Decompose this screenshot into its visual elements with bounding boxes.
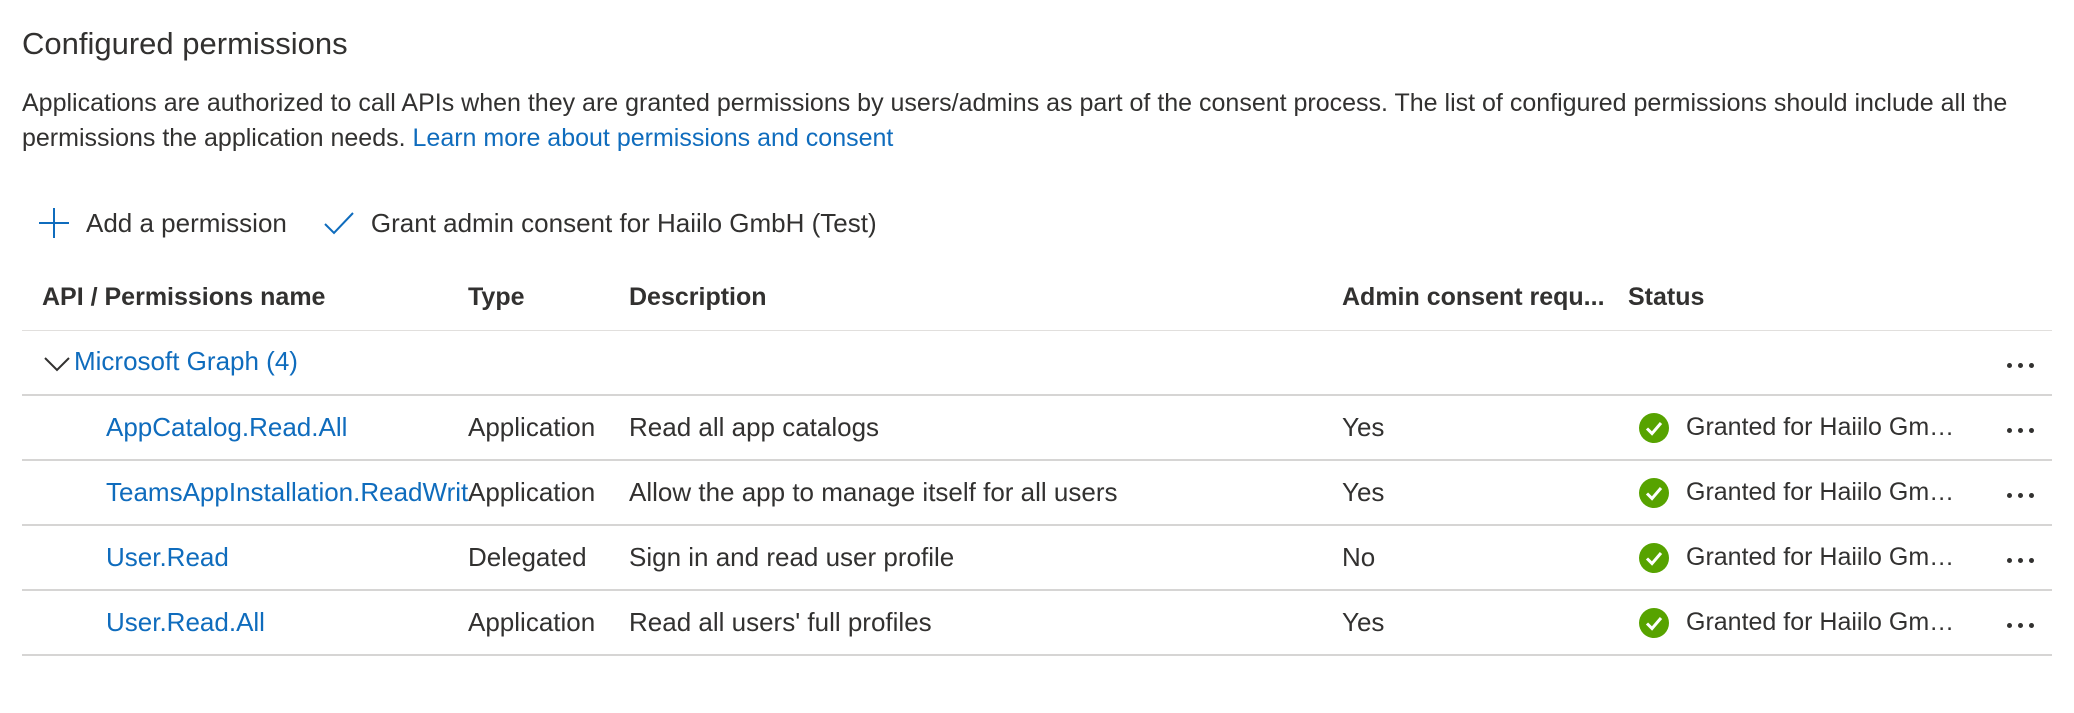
- more-horizontal-icon[interactable]: [2000, 481, 2040, 511]
- status-text: Granted for Haiilo GmbH (Test): [1686, 543, 1956, 571]
- command-bar: Add a permission Grant admin consent for…: [36, 200, 911, 246]
- status-cell: Granted for Haiilo GmbH (Test): [1628, 542, 1958, 574]
- permission-name-link[interactable]: AppCatalog.Read.All: [22, 395, 468, 461]
- permission-type: Delegated: [468, 525, 629, 591]
- permission-type: Application: [468, 460, 629, 526]
- permission-name-link[interactable]: User.Read.All: [22, 590, 468, 656]
- grant-admin-consent-label: Grant admin consent for Haiilo GmbH (Tes…: [370, 207, 877, 238]
- group-label: Microsoft Graph (4): [74, 346, 298, 377]
- more-horizontal-icon[interactable]: [2000, 611, 2040, 641]
- table-row: User.Read.All Application Read all users…: [22, 590, 2052, 656]
- add-permission-button[interactable]: Add a permission: [36, 205, 287, 241]
- group-row-microsoft-graph[interactable]: Microsoft Graph (4): [22, 330, 2052, 396]
- admin-consent-required: Yes: [1342, 395, 1628, 461]
- check-circle-icon: [1639, 542, 1669, 573]
- check-circle-icon: [1639, 607, 1669, 638]
- chevron-down-icon: [44, 356, 70, 371]
- permission-description: Allow the app to manage itself for all u…: [629, 460, 1342, 526]
- table-row: AppCatalog.Read.All Application Read all…: [22, 395, 2052, 461]
- description-text: Applications are authorized to call APIs…: [22, 89, 2008, 152]
- permission-name-link[interactable]: User.Read: [22, 525, 468, 591]
- status-text: Granted for Haiilo GmbH (Test): [1686, 608, 1956, 636]
- permission-description: Read all users' full profiles: [629, 590, 1342, 656]
- permission-description: Read all app catalogs: [629, 395, 1342, 461]
- page-description: Applications are authorized to call APIs…: [22, 86, 2052, 156]
- column-header-admin-consent[interactable]: Admin consent requ...: [1342, 265, 1628, 331]
- checkmark-icon: [321, 205, 357, 241]
- permission-description: Sign in and read user profile: [629, 525, 1342, 591]
- status-cell: Granted for Haiilo GmbH (Test): [1628, 477, 1958, 509]
- status-cell: Granted for Haiilo GmbH (Test): [1628, 607, 1958, 639]
- status-text: Granted for Haiilo GmbH (Test): [1686, 478, 1956, 506]
- admin-consent-required: No: [1342, 525, 1628, 591]
- permission-name-link[interactable]: TeamsAppInstallation.ReadWriteSelfForUse…: [22, 460, 468, 526]
- plus-icon: [36, 205, 72, 241]
- group-toggle[interactable]: Microsoft Graph (4): [22, 330, 1958, 396]
- column-header-description[interactable]: Description: [629, 265, 1342, 331]
- more-horizontal-icon[interactable]: [2000, 351, 2040, 381]
- add-permission-label: Add a permission: [86, 207, 287, 238]
- status-text: Granted for Haiilo GmbH (Test): [1686, 413, 1956, 441]
- table-header-row: API / Permissions name Type Description …: [22, 265, 2052, 331]
- permissions-table: API / Permissions name Type Description …: [22, 265, 2052, 656]
- table-row: TeamsAppInstallation.ReadWriteSelfForUse…: [22, 460, 2052, 526]
- column-header-name[interactable]: API / Permissions name: [22, 265, 468, 331]
- table-row: User.Read Delegated Sign in and read use…: [22, 525, 2052, 591]
- check-circle-icon: [1639, 477, 1669, 508]
- column-header-type[interactable]: Type: [468, 265, 629, 331]
- more-horizontal-icon[interactable]: [2000, 416, 2040, 446]
- grant-admin-consent-button[interactable]: Grant admin consent for Haiilo GmbH (Tes…: [321, 205, 877, 241]
- permission-type: Application: [468, 590, 629, 656]
- column-header-actions: [1958, 265, 2052, 331]
- admin-consent-required: Yes: [1342, 460, 1628, 526]
- page-title: Configured permissions: [22, 26, 348, 61]
- learn-more-link[interactable]: Learn more about permissions and consent: [413, 124, 894, 152]
- more-horizontal-icon[interactable]: [2000, 546, 2040, 576]
- admin-consent-required: Yes: [1342, 590, 1628, 656]
- check-circle-icon: [1639, 412, 1669, 443]
- column-header-status[interactable]: Status: [1628, 265, 1958, 331]
- status-cell: Granted for Haiilo GmbH (Test): [1628, 412, 1958, 444]
- permission-type: Application: [468, 395, 629, 461]
